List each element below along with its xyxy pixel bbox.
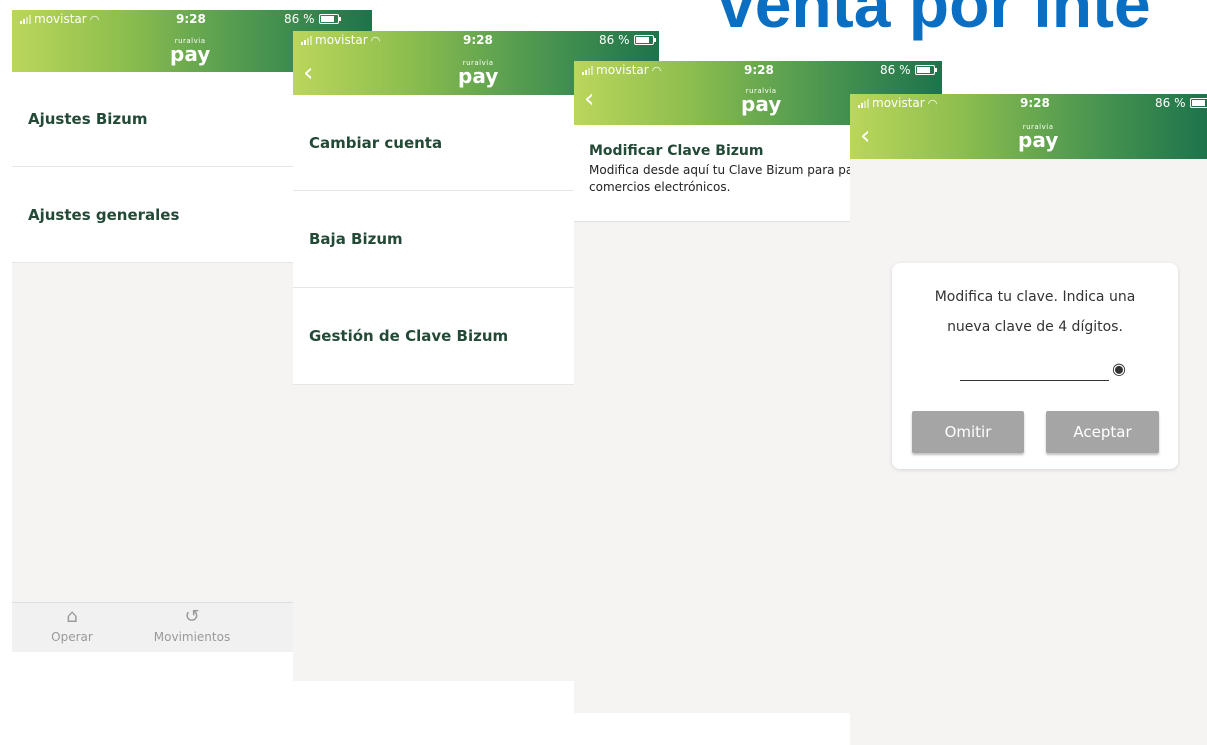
status-bar: movistar ◠ 9:28 86 % <box>293 31 659 51</box>
battery-icon <box>1189 98 1207 108</box>
carrier: movistar ◠ <box>858 96 937 110</box>
status-bar: movistar ◠ 9:28 86 % <box>12 10 372 30</box>
battery: 86 % <box>1155 96 1207 110</box>
back-chevron-icon[interactable]: ‹ <box>303 60 313 86</box>
carrier: movistar ◠ <box>301 33 380 47</box>
tab-operar[interactable]: ⌂ Operar <box>27 606 117 645</box>
wifi-icon: ◠ <box>927 96 938 110</box>
carrier: movistar ◠ <box>20 12 99 26</box>
carrier-label: movistar <box>34 12 87 26</box>
carrier-label: movistar <box>596 63 649 77</box>
eye-icon[interactable]: ◉ <box>1112 359 1126 378</box>
carrier-label: movistar <box>315 33 368 47</box>
battery-icon <box>633 35 656 45</box>
signal-icon <box>858 98 869 108</box>
battery-icon <box>914 65 937 75</box>
status-bar: movistar ◠ 9:28 86 % <box>574 61 942 81</box>
home-icon: ⌂ <box>66 606 78 627</box>
screen-modify-pin: movistar ◠ 9:28 86 % ‹ ruralvia pay Modi… <box>850 94 1207 745</box>
ruralvia-pay-logo: ruralvia pay <box>170 37 211 66</box>
battery-icon <box>318 14 341 24</box>
carrier-label: movistar <box>872 96 925 110</box>
status-time: 9:28 <box>176 12 206 26</box>
status-time: 9:28 <box>463 33 493 47</box>
signal-icon <box>582 65 593 75</box>
signal-icon <box>301 35 312 45</box>
ruralvia-pay-logo: ruralvia pay <box>1018 123 1059 152</box>
status-time: 9:28 <box>744 63 774 77</box>
battery: 86 % <box>599 33 656 47</box>
signal-icon <box>20 14 31 24</box>
carrier: movistar ◠ <box>582 63 661 77</box>
pin-dialog: Modifica tu clave. Indica una nueva clav… <box>892 263 1178 469</box>
ruralvia-pay-logo: ruralvia pay <box>741 87 782 116</box>
battery: 86 % <box>880 63 937 77</box>
wifi-icon: ◠ <box>89 12 100 26</box>
battery-label: 86 % <box>599 33 630 47</box>
status-time: 9:28 <box>1020 96 1050 110</box>
omit-button[interactable]: Omitir <box>912 411 1024 453</box>
app-header: movistar ◠ 9:28 86 % ‹ ruralvia pay <box>850 94 1207 159</box>
battery-label: 86 % <box>284 12 315 26</box>
headline: venta por inte <box>718 0 1151 41</box>
wifi-icon: ◠ <box>370 33 381 47</box>
back-chevron-icon[interactable]: ‹ <box>584 86 594 112</box>
tab-movimientos[interactable]: ↺ Movimientos <box>147 606 237 645</box>
accept-button[interactable]: Aceptar <box>1046 411 1159 453</box>
wifi-icon: ◠ <box>651 63 662 77</box>
pin-input[interactable] <box>960 380 1109 381</box>
status-bar: movistar ◠ 9:28 86 % <box>850 94 1207 114</box>
battery-label: 86 % <box>1155 96 1186 110</box>
ruralvia-pay-logo: ruralvia pay <box>458 59 499 88</box>
history-icon: ↺ <box>184 606 200 627</box>
battery-label: 86 % <box>880 63 911 77</box>
battery: 86 % <box>284 12 341 26</box>
dialog-message: Modifica tu clave. Indica una nueva clav… <box>934 289 1136 335</box>
back-chevron-icon[interactable]: ‹ <box>860 123 870 149</box>
